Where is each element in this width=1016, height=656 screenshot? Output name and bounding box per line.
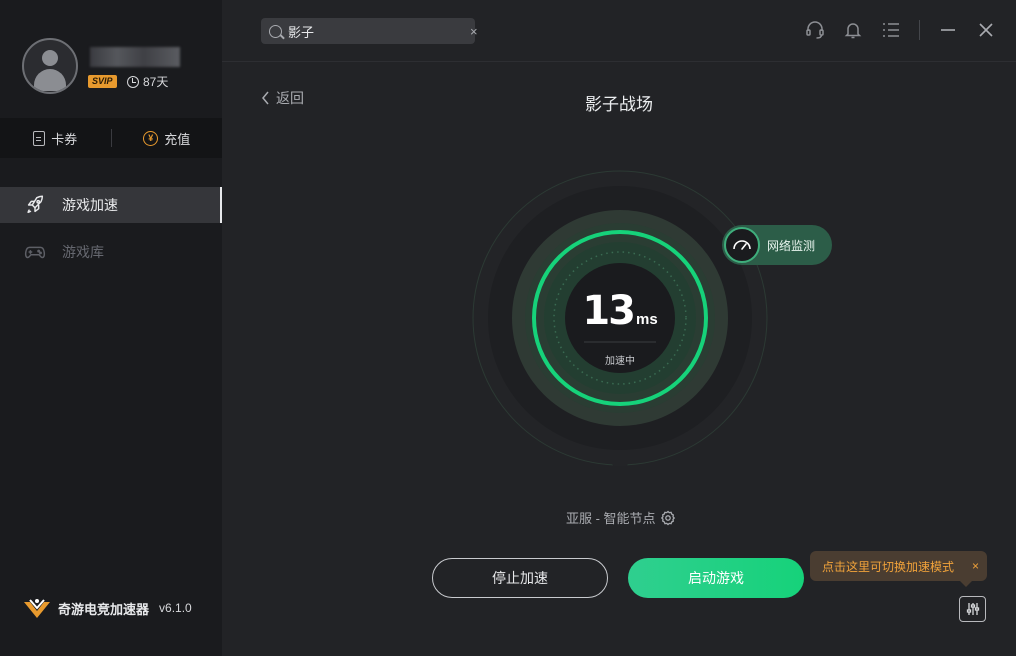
window-controls [805, 20, 996, 40]
launch-game-button[interactable]: 启动游戏 [628, 558, 804, 598]
gamepad-icon [24, 246, 46, 259]
avatar[interactable] [22, 38, 78, 94]
svip-badge: SVIP [88, 75, 117, 88]
chevron-left-icon [262, 91, 269, 105]
sidebar-item-game-boost[interactable]: 游戏加速 [0, 187, 222, 223]
menu-icon[interactable] [881, 20, 901, 40]
coupon-button[interactable]: 卡券 [0, 129, 111, 148]
search-clear-button[interactable]: × [470, 24, 478, 39]
clock-icon [127, 75, 139, 88]
sidebar-item-game-library[interactable]: 游戏库 [0, 234, 222, 270]
recharge-button[interactable]: ¥ 充值 [112, 129, 223, 148]
toolbar-separator [919, 20, 920, 40]
page-title: 影子战场 [585, 95, 653, 114]
back-button[interactable]: 返回 [260, 88, 304, 108]
vip-days-value: 87天 [143, 75, 169, 89]
sliders-icon [966, 603, 979, 615]
mode-switch-tooltip: 点击这里可切换加速模式 × [810, 551, 987, 587]
bell-icon[interactable] [843, 20, 863, 40]
vip-days: 87天 [127, 73, 168, 90]
server-node-label: 亚服 - 智能节点 [566, 511, 656, 526]
sidebar-item-label: 游戏库 [62, 244, 104, 260]
speedometer-icon [724, 227, 760, 263]
rocket-icon [27, 195, 44, 214]
wallet-bar: 卡券 ¥ 充值 [0, 118, 222, 158]
customer-service-icon[interactable] [805, 20, 825, 40]
brand: 奇游电竞加速器 v6.1.0 [22, 596, 192, 620]
server-node[interactable]: 亚服 - 智能节点 [566, 508, 676, 527]
ping-display: 13 ms [472, 288, 768, 334]
back-label: 返回 [276, 90, 304, 106]
settings-gear-icon[interactable] [660, 510, 676, 526]
sidebar: SVIP 87天 卡券 ¥ 充值 游戏加速 游戏库 奇游电竞加速器 v6.1.0 [0, 0, 222, 656]
tooltip-close-button[interactable]: × [972, 559, 979, 573]
top-bar: × [222, 0, 1016, 62]
app-window: SVIP 87天 卡券 ¥ 充值 游戏加速 游戏库 奇游电竞加速器 v6.1.0… [0, 0, 1016, 656]
close-icon[interactable] [976, 20, 996, 40]
search-input[interactable] [288, 23, 464, 39]
recharge-label: 充值 [164, 131, 191, 147]
stop-boost-button[interactable]: 停止加速 [432, 558, 608, 598]
ping-value: 13 [582, 288, 636, 334]
boost-mode-button[interactable] [959, 596, 986, 622]
boost-status: 加速中 [605, 356, 635, 367]
minimize-icon[interactable] [938, 20, 958, 40]
username-blurred [90, 47, 180, 67]
latency-gauge: 13 ms 加速中 [472, 170, 768, 466]
search-icon [269, 24, 282, 38]
coupon-label: 卡券 [51, 131, 78, 147]
coupon-icon [33, 130, 46, 146]
network-monitor-label: 网络监测 [767, 238, 816, 253]
network-monitor-button[interactable]: 网络监测 [722, 225, 832, 265]
brand-logo-icon [24, 599, 50, 618]
recharge-icon: ¥ [143, 130, 159, 146]
brand-name: 奇游电竞加速器 [58, 601, 150, 617]
sidebar-item-label: 游戏加速 [62, 197, 118, 213]
app-version: v6.1.0 [159, 601, 192, 615]
ping-unit: ms [635, 311, 658, 328]
search-box: × [261, 18, 478, 44]
tooltip-text: 点击这里可切换加速模式 [822, 559, 955, 574]
